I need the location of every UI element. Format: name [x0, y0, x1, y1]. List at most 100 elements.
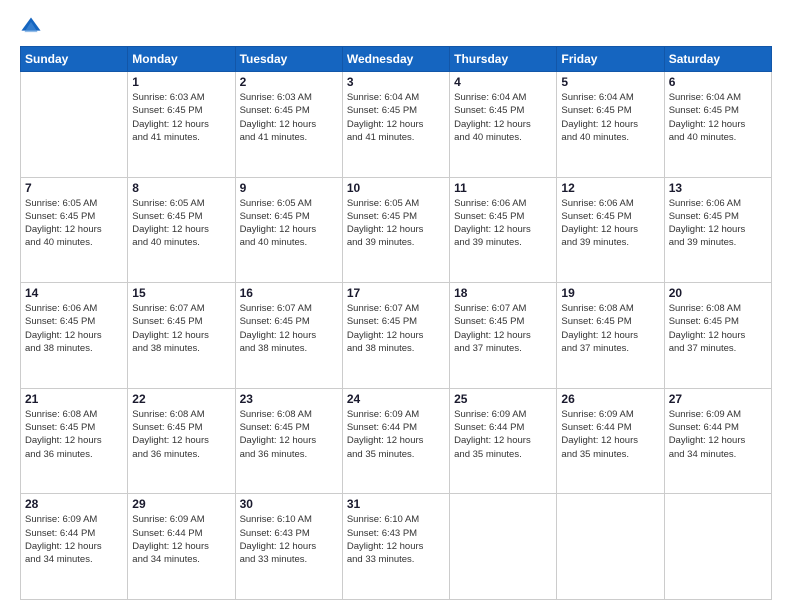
logo	[20, 16, 46, 38]
day-number: 12	[561, 181, 659, 195]
logo-icon	[20, 16, 42, 38]
day-number: 23	[240, 392, 338, 406]
day-number: 1	[132, 75, 230, 89]
day-info: Sunrise: 6:04 AMSunset: 6:45 PMDaylight:…	[669, 91, 767, 144]
day-info: Sunrise: 6:06 AMSunset: 6:45 PMDaylight:…	[669, 197, 767, 250]
calendar-cell: 18Sunrise: 6:07 AMSunset: 6:45 PMDayligh…	[450, 283, 557, 389]
calendar-cell	[557, 494, 664, 600]
calendar-cell	[664, 494, 771, 600]
day-number: 27	[669, 392, 767, 406]
calendar-cell: 26 Sunrise: 6:09 AMSunset: 6:44 PMDayligh…	[557, 388, 664, 494]
calendar-header-row: SundayMondayTuesdayWednesdayThursdayFrid…	[21, 47, 772, 72]
day-number: 19	[561, 286, 659, 300]
day-info: Sunrise: 6:06 AMSunset: 6:45 PMDaylight:…	[454, 197, 552, 250]
day-number: 14	[25, 286, 123, 300]
calendar-cell: 23 Sunrise: 6:08 AMSunset: 6:45 PMDayligh…	[235, 388, 342, 494]
day-number: 29	[132, 497, 230, 511]
day-info: Sunrise: 6:05 AMSunset: 6:45 PMDaylight:…	[347, 197, 445, 250]
week-row-1: 1 Sunrise: 6:03 AMSunset: 6:45 PMDaylight…	[21, 72, 772, 178]
day-number: 13	[669, 181, 767, 195]
day-number: 20	[669, 286, 767, 300]
day-info: Sunrise: 6:09 AMSunset: 6:44 PMDaylight:…	[347, 408, 445, 461]
day-header-thursday: Thursday	[450, 47, 557, 72]
day-info: Sunrise: 6:08 AMSunset: 6:45 PMDaylight:…	[240, 408, 338, 461]
day-number: 11	[454, 181, 552, 195]
day-info: Sunrise: 6:04 AMSunset: 6:45 PMDaylight:…	[347, 91, 445, 144]
day-header-tuesday: Tuesday	[235, 47, 342, 72]
day-number: 30	[240, 497, 338, 511]
day-info: Sunrise: 6:09 AMSunset: 6:44 PMDaylight:…	[454, 408, 552, 461]
calendar-cell: 20 Sunrise: 6:08 AMSunset: 6:45 PMDayligh…	[664, 283, 771, 389]
day-number: 26	[561, 392, 659, 406]
calendar-cell: 15 Sunrise: 6:07 AMSunset: 6:45 PMDayligh…	[128, 283, 235, 389]
week-row-5: 28 Sunrise: 6:09 AMSunset: 6:44 PMDayligh…	[21, 494, 772, 600]
day-header-friday: Friday	[557, 47, 664, 72]
day-number: 28	[25, 497, 123, 511]
day-number: 9	[240, 181, 338, 195]
day-info: Sunrise: 6:03 AMSunset: 6:45 PMDaylight:…	[240, 91, 338, 144]
calendar-cell	[21, 72, 128, 178]
calendar-cell: 25Sunrise: 6:09 AMSunset: 6:44 PMDayligh…	[450, 388, 557, 494]
day-info: Sunrise: 6:05 AMSunset: 6:45 PMDaylight:…	[25, 197, 123, 250]
day-number: 3	[347, 75, 445, 89]
day-number: 15	[132, 286, 230, 300]
day-number: 8	[132, 181, 230, 195]
calendar-cell: 17Sunrise: 6:07 AMSunset: 6:45 PMDayligh…	[342, 283, 449, 389]
calendar-cell: 24 Sunrise: 6:09 AMSunset: 6:44 PMDayligh…	[342, 388, 449, 494]
calendar-cell: 3 Sunrise: 6:04 AMSunset: 6:45 PMDaylight…	[342, 72, 449, 178]
day-info: Sunrise: 6:08 AMSunset: 6:45 PMDaylight:…	[132, 408, 230, 461]
day-header-wednesday: Wednesday	[342, 47, 449, 72]
day-info: Sunrise: 6:09 AMSunset: 6:44 PMDaylight:…	[25, 513, 123, 566]
calendar-cell	[450, 494, 557, 600]
day-info: Sunrise: 6:07 AMSunset: 6:45 PMDaylight:…	[347, 302, 445, 355]
day-info: Sunrise: 6:05 AMSunset: 6:45 PMDaylight:…	[132, 197, 230, 250]
day-number: 21	[25, 392, 123, 406]
calendar-cell: 10 Sunrise: 6:05 AMSunset: 6:45 PMDayligh…	[342, 177, 449, 283]
calendar-cell: 30Sunrise: 6:10 AMSunset: 6:43 PMDayligh…	[235, 494, 342, 600]
calendar-cell: 8 Sunrise: 6:05 AMSunset: 6:45 PMDaylight…	[128, 177, 235, 283]
day-info: Sunrise: 6:07 AMSunset: 6:45 PMDaylight:…	[240, 302, 338, 355]
day-number: 22	[132, 392, 230, 406]
day-info: Sunrise: 6:10 AMSunset: 6:43 PMDaylight:…	[347, 513, 445, 566]
day-info: Sunrise: 6:08 AMSunset: 6:45 PMDaylight:…	[561, 302, 659, 355]
calendar-cell: 7 Sunrise: 6:05 AMSunset: 6:45 PMDaylight…	[21, 177, 128, 283]
day-info: Sunrise: 6:05 AMSunset: 6:45 PMDaylight:…	[240, 197, 338, 250]
calendar-cell: 13 Sunrise: 6:06 AMSunset: 6:45 PMDayligh…	[664, 177, 771, 283]
page: SundayMondayTuesdayWednesdayThursdayFrid…	[0, 0, 792, 612]
day-number: 2	[240, 75, 338, 89]
header	[20, 16, 772, 38]
day-header-sunday: Sunday	[21, 47, 128, 72]
day-number: 7	[25, 181, 123, 195]
calendar-cell: 28 Sunrise: 6:09 AMSunset: 6:44 PMDayligh…	[21, 494, 128, 600]
day-info: Sunrise: 6:09 AMSunset: 6:44 PMDaylight:…	[561, 408, 659, 461]
day-info: Sunrise: 6:07 AMSunset: 6:45 PMDaylight:…	[132, 302, 230, 355]
day-info: Sunrise: 6:09 AMSunset: 6:44 PMDaylight:…	[132, 513, 230, 566]
day-info: Sunrise: 6:04 AMSunset: 6:45 PMDaylight:…	[454, 91, 552, 144]
day-number: 31	[347, 497, 445, 511]
day-number: 4	[454, 75, 552, 89]
day-header-saturday: Saturday	[664, 47, 771, 72]
calendar-cell: 21Sunrise: 6:08 AMSunset: 6:45 PMDayligh…	[21, 388, 128, 494]
calendar-cell: 11 Sunrise: 6:06 AMSunset: 6:45 PMDayligh…	[450, 177, 557, 283]
calendar-cell: 22 Sunrise: 6:08 AMSunset: 6:45 PMDayligh…	[128, 388, 235, 494]
week-row-4: 21 Sunrise: 6:08 AMSunset: 6:45 PMDayligh…	[21, 388, 772, 494]
calendar-cell: 2 Sunrise: 6:03 AMSunset: 6:45 PMDaylight…	[235, 72, 342, 178]
week-row-3: 14Sunrise: 6:06 AMSunset: 6:45 PMDayligh…	[21, 283, 772, 389]
calendar-cell: 6 Sunrise: 6:04 AMSunset: 6:45 PMDaylight…	[664, 72, 771, 178]
day-number: 5	[561, 75, 659, 89]
day-info: Sunrise: 6:08 AMSunset: 6:45 PMDaylight:…	[669, 302, 767, 355]
calendar-cell: 4 Sunrise: 6:04 AMSunset: 6:45 PMDaylight…	[450, 72, 557, 178]
calendar-cell: 31 Sunrise: 6:10 AMSunset: 6:43 PMDayligh…	[342, 494, 449, 600]
day-number: 10	[347, 181, 445, 195]
day-number: 6	[669, 75, 767, 89]
week-row-2: 7 Sunrise: 6:05 AMSunset: 6:45 PMDaylight…	[21, 177, 772, 283]
calendar-cell: 16Sunrise: 6:07 AMSunset: 6:45 PMDayligh…	[235, 283, 342, 389]
day-header-monday: Monday	[128, 47, 235, 72]
day-info: Sunrise: 6:06 AMSunset: 6:45 PMDaylight:…	[561, 197, 659, 250]
calendar-cell: 9 Sunrise: 6:05 AMSunset: 6:45 PMDaylight…	[235, 177, 342, 283]
day-number: 18	[454, 286, 552, 300]
calendar-cell: 5Sunrise: 6:04 AMSunset: 6:45 PMDaylight…	[557, 72, 664, 178]
calendar-cell: 1Sunrise: 6:03 AMSunset: 6:45 PMDaylight…	[128, 72, 235, 178]
calendar-cell: 27Sunrise: 6:09 AMSunset: 6:44 PMDayligh…	[664, 388, 771, 494]
day-number: 24	[347, 392, 445, 406]
